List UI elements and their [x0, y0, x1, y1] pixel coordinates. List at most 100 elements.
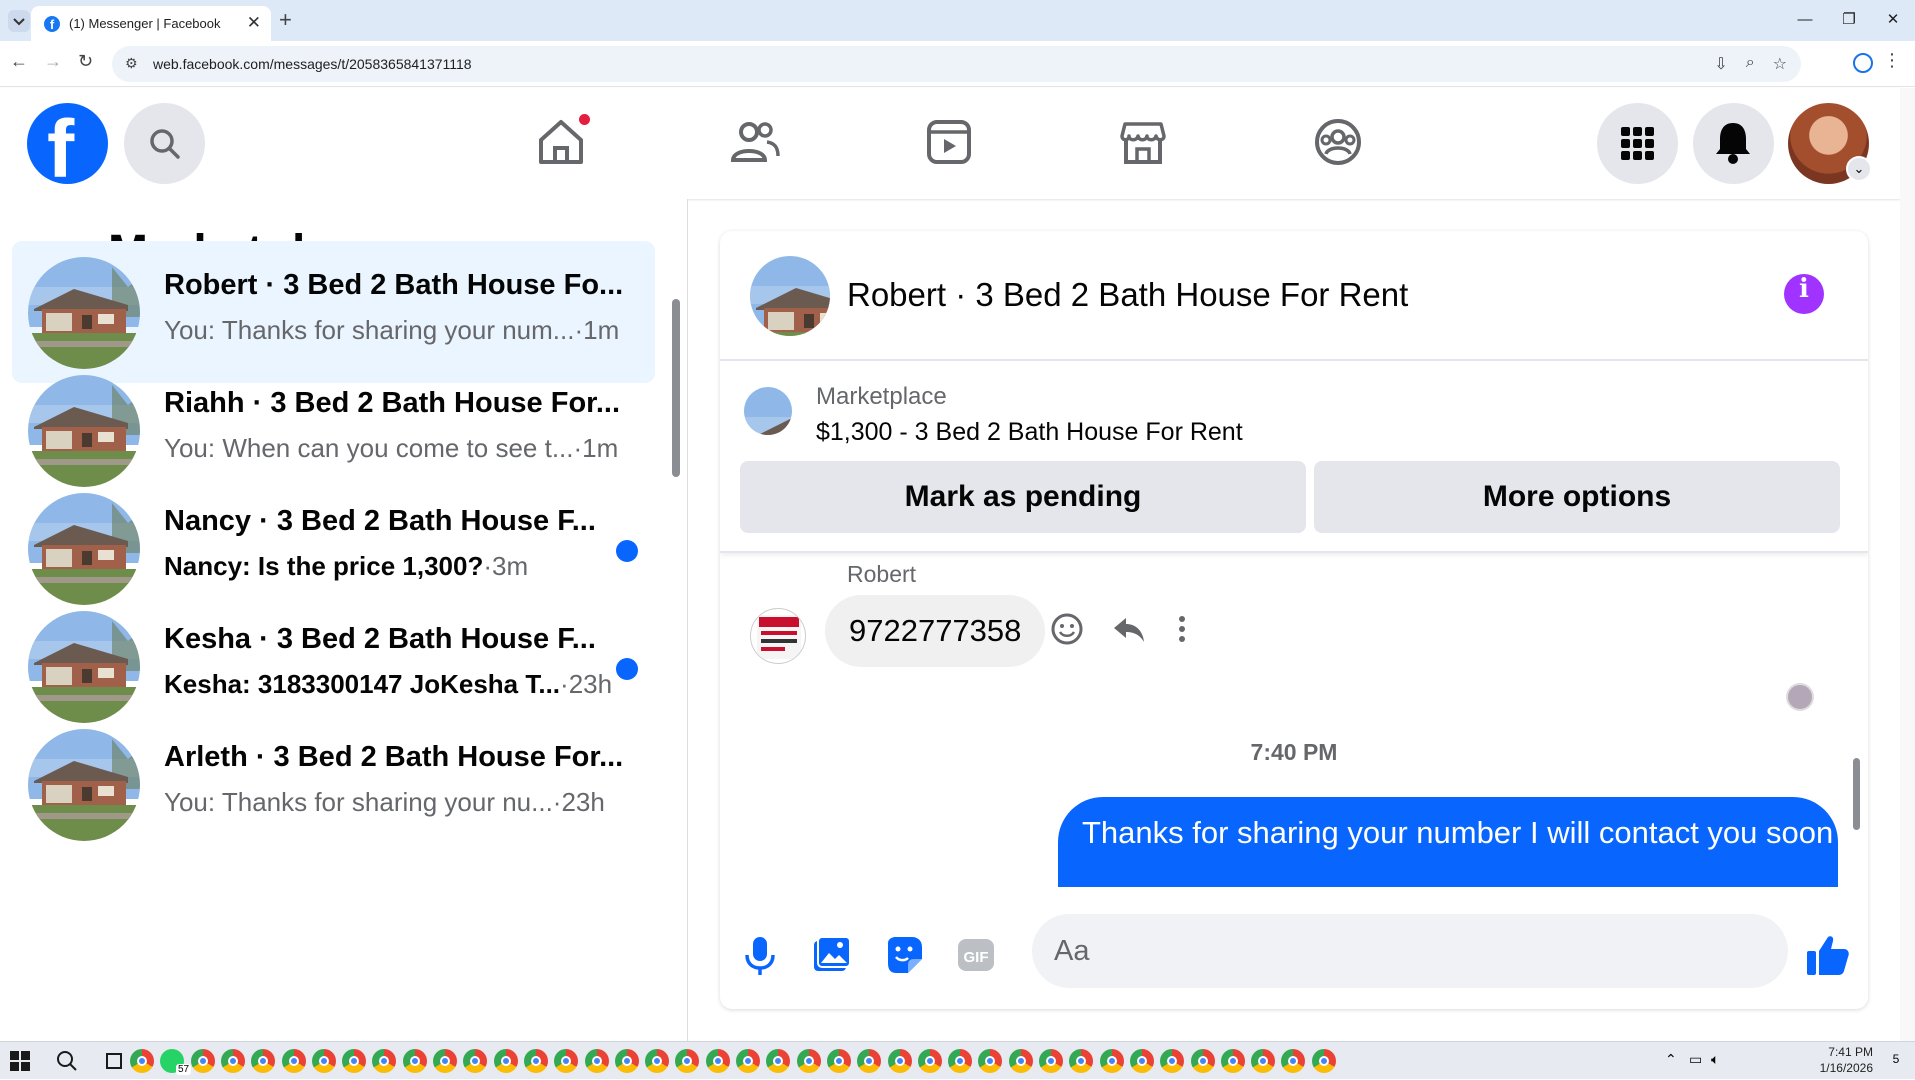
more-actions-icon[interactable]	[1172, 612, 1192, 646]
chrome-taskbar-icon[interactable]	[917, 1049, 942, 1073]
close-window-button[interactable]: ✕	[1871, 0, 1915, 41]
chrome-taskbar-icon[interactable]	[675, 1049, 700, 1073]
chrome-taskbar-icon[interactable]	[1251, 1049, 1276, 1073]
chrome-taskbar-icon[interactable]	[1099, 1049, 1124, 1073]
chrome-taskbar-icon[interactable]	[493, 1049, 518, 1073]
volume-icon[interactable]: 🔈︎	[1711, 1051, 1719, 1068]
message-scrollbar-thumb[interactable]	[1853, 758, 1860, 830]
chrome-taskbar-icon[interactable]	[705, 1049, 730, 1073]
marketplace-icon[interactable]	[1117, 116, 1169, 168]
chrome-taskbar-icon[interactable]	[1311, 1049, 1336, 1073]
message-input[interactable]	[1054, 928, 1714, 974]
chrome-taskbar-icon[interactable]	[645, 1049, 670, 1073]
listing-item-title[interactable]: $1,300 - 3 Bed 2 Bath House For Rent	[816, 418, 1243, 447]
chrome-taskbar-icon[interactable]	[402, 1049, 427, 1073]
install-app-icon[interactable]: ⇩	[1714, 54, 1727, 74]
chrome-taskbar-icon[interactable]	[826, 1049, 851, 1073]
chrome-taskbar-icon[interactable]	[796, 1049, 821, 1073]
network-icon[interactable]: ▭	[1689, 1051, 1702, 1068]
chrome-taskbar-icon[interactable]	[190, 1049, 215, 1073]
chrome-taskbar-icon[interactable]	[1281, 1049, 1306, 1073]
tab-close-icon[interactable]: ✕	[247, 13, 261, 33]
listing-thumbnail[interactable]	[744, 387, 792, 435]
notifications-button[interactable]	[1693, 103, 1774, 184]
chat-listing-thumbnail[interactable]	[750, 256, 830, 336]
chrome-taskbar-icon[interactable]	[948, 1049, 973, 1073]
search-button[interactable]	[124, 103, 205, 184]
chrome-taskbar-icon[interactable]	[251, 1049, 276, 1073]
friends-icon[interactable]	[729, 116, 781, 168]
chrome-taskbar-icon[interactable]	[857, 1049, 882, 1073]
chrome-taskbar-icon[interactable]	[130, 1049, 154, 1073]
sticker-icon[interactable]	[882, 933, 926, 977]
chrome-taskbar-icon[interactable]	[614, 1049, 639, 1073]
chat-title[interactable]: Robert · 3 Bed 2 Bath House For Rent	[847, 276, 1408, 314]
notification-center-icon[interactable]: 5	[1885, 1052, 1907, 1072]
chrome-taskbar-icon[interactable]	[978, 1049, 1003, 1073]
address-bar[interactable]: ⚙ web.facebook.com/messages/t/2058365841…	[112, 46, 1801, 82]
page-scrollbar[interactable]	[1900, 88, 1915, 1041]
chrome-taskbar-icon[interactable]	[1069, 1049, 1094, 1073]
microphone-icon[interactable]	[738, 933, 782, 977]
chrome-taskbar-icon[interactable]	[433, 1049, 457, 1073]
photo-icon[interactable]	[810, 933, 854, 977]
chrome-taskbar-icon[interactable]	[1190, 1049, 1215, 1073]
react-emoji-icon[interactable]	[1050, 612, 1084, 646]
chrome-taskbar-icon[interactable]	[1039, 1049, 1063, 1073]
video-icon[interactable]	[923, 116, 975, 168]
chrome-taskbar-icon[interactable]	[584, 1049, 609, 1073]
chrome-taskbar-icon[interactable]	[1220, 1049, 1245, 1073]
back-icon[interactable]: ←	[10, 51, 28, 72]
forward-icon[interactable]: →	[44, 51, 62, 72]
conversation-item[interactable]: Arleth · 3 Bed 2 Bath House For... You: T…	[12, 713, 655, 855]
incoming-message-bubble[interactable]: 9722777358	[825, 595, 1046, 667]
menu-button[interactable]	[1597, 103, 1678, 184]
chrome-taskbar-icon[interactable]	[1008, 1049, 1033, 1073]
reload-icon[interactable]: ↻	[78, 51, 93, 72]
conversation-list-scrollbar[interactable]	[672, 299, 680, 477]
browser-tab[interactable]: f (1) Messenger | Facebook ✕	[31, 6, 271, 41]
outgoing-message-bubble[interactable]: Thanks for sharing your number I will co…	[1058, 797, 1838, 887]
tray-expand-icon[interactable]: ⌃	[1665, 1051, 1677, 1068]
chrome-taskbar-icon[interactable]	[766, 1049, 791, 1073]
chrome-taskbar-icon[interactable]	[463, 1049, 488, 1073]
windows-start-icon[interactable]	[10, 1051, 30, 1071]
minimize-button[interactable]: —	[1783, 0, 1827, 41]
sender-avatar[interactable]	[750, 608, 806, 664]
gif-icon[interactable]: GIF	[954, 933, 998, 977]
chrome-taskbar-icon[interactable]	[372, 1049, 397, 1073]
zoom-icon[interactable]: ⌕	[1746, 54, 1755, 74]
thumbs-up-icon[interactable]	[1804, 931, 1852, 979]
browser-menu-icon[interactable]: ⋮	[1883, 50, 1901, 71]
bookmark-star-icon[interactable]: ☆	[1773, 54, 1787, 74]
clock-time[interactable]: 7:41 PM	[1783, 1045, 1873, 1059]
message-scrollbar[interactable]	[1850, 565, 1860, 885]
tab-search-button[interactable]	[8, 10, 30, 32]
chrome-taskbar-icon[interactable]	[523, 1049, 548, 1073]
chrome-taskbar-icon[interactable]	[736, 1049, 760, 1073]
chrome-taskbar-icon[interactable]	[220, 1049, 245, 1073]
search-taskbar-icon[interactable]	[56, 1050, 78, 1072]
site-info-icon[interactable]: ⚙	[125, 55, 138, 72]
chrome-taskbar-icon[interactable]	[311, 1049, 336, 1073]
chrome-taskbar-icon[interactable]	[1129, 1049, 1154, 1073]
mark-as-pending-button[interactable]: Mark as pending	[740, 461, 1306, 533]
account-chevron-down-icon[interactable]: ⌄	[1846, 156, 1872, 182]
chrome-taskbar-icon[interactable]	[1160, 1049, 1185, 1073]
chrome-taskbar-icon[interactable]	[554, 1049, 579, 1073]
groups-icon[interactable]	[1312, 116, 1364, 168]
chrome-taskbar-icon[interactable]	[342, 1049, 367, 1073]
message-input-container[interactable]	[1032, 914, 1788, 988]
browser-profile-icon[interactable]	[1853, 53, 1873, 73]
task-view-icon[interactable]	[104, 1051, 124, 1071]
restore-button[interactable]: ❐	[1827, 0, 1871, 41]
clock-date[interactable]: 1/16/2026	[1783, 1061, 1873, 1075]
new-tab-button[interactable]: +	[279, 7, 292, 33]
facebook-logo[interactable]: f	[27, 103, 108, 184]
info-icon[interactable]: i	[1784, 274, 1824, 314]
chrome-taskbar-icon[interactable]	[281, 1049, 306, 1073]
reply-icon[interactable]	[1112, 612, 1146, 646]
chrome-taskbar-icon[interactable]	[887, 1049, 912, 1073]
more-options-button[interactable]: More options	[1314, 461, 1840, 533]
url-text[interactable]: web.facebook.com/messages/t/205836584137…	[153, 56, 472, 72]
